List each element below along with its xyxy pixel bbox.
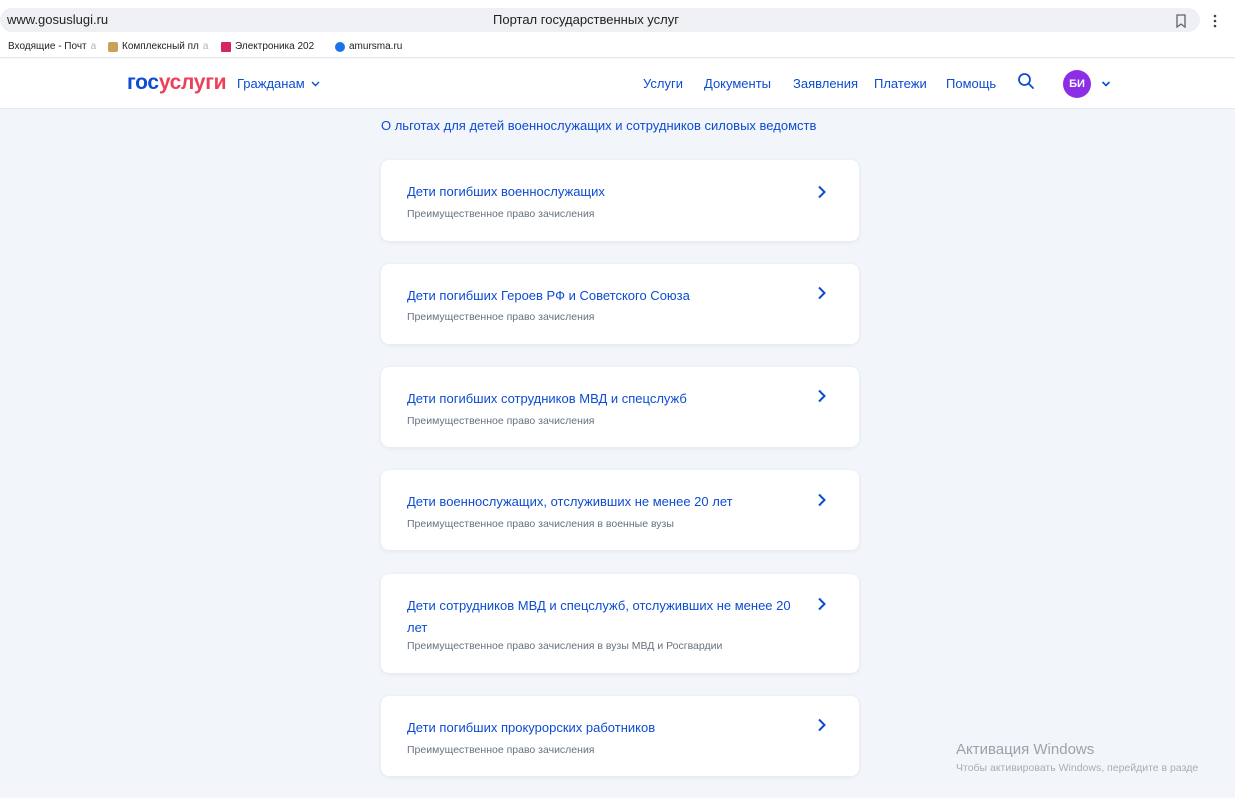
windows-activation-title: Активация Windows: [956, 741, 1095, 758]
citizens-label: Гражданам: [237, 76, 305, 91]
windows-activation-hint: Чтобы активировать Windows, перейдите в …: [956, 762, 1199, 774]
card-title: Дети погибших прокурорских работников: [407, 720, 656, 735]
bookmark-inbox[interactable]: Входящие - Почт а: [8, 41, 96, 52]
card-subtitle: Преимущественное право зачисления в воен…: [407, 518, 674, 530]
browser-bar: www.gosuslugi.ru Портал государственных …: [0, 0, 1235, 58]
bookmark-plan[interactable]: Комплексный пл а: [108, 41, 208, 52]
chevron-right-icon: [818, 493, 826, 507]
bookmark-icon[interactable]: [1175, 14, 1187, 28]
benefit-card[interactable]: Дети погибших прокурорских работников Пр…: [381, 696, 859, 776]
card-title: Дети погибших военнослужащих: [407, 184, 605, 199]
nav-payments[interactable]: Платежи: [874, 76, 927, 91]
benefit-card[interactable]: Дети погибших Героев РФ и Советского Сою…: [381, 264, 859, 344]
page-tab-title: Портал государственных услуг: [493, 12, 679, 27]
card-title: Дети военнослужащих, отслуживших не мене…: [407, 494, 733, 509]
logo-part-gos: гос: [127, 71, 159, 94]
chevron-right-icon: [818, 185, 826, 199]
gosuslugi-logo[interactable]: госуслуги: [127, 71, 227, 95]
bookmark-label-fade: а: [90, 41, 97, 52]
bookmark-label-fade: а: [202, 41, 209, 52]
logo-part-uslugi: услуги: [158, 71, 227, 94]
brand-icon: [221, 41, 231, 52]
bookmark-label: amursma.ru: [349, 41, 403, 52]
address-url[interactable]: www.gosuslugi.ru: [7, 12, 108, 27]
address-row: www.gosuslugi.ru Портал государственных …: [0, 6, 1235, 34]
search-icon[interactable]: [1017, 72, 1035, 90]
chevron-down-icon: [311, 81, 320, 86]
chevron-right-icon: [818, 597, 826, 611]
card-title: Дети сотрудников МВД и спецслужб, отслуж…: [407, 598, 791, 635]
benefit-card[interactable]: Дети сотрудников МВД и спецслужб, отслуж…: [381, 574, 859, 673]
nav-help[interactable]: Помощь: [946, 76, 996, 91]
bookmark-label: Комплексный пл: [122, 41, 199, 52]
card-subtitle: Преимущественное право зачисления в вузы…: [407, 640, 723, 652]
avatar[interactable]: БИ: [1063, 70, 1091, 98]
bookmark-label: Электроника 202: [235, 41, 315, 52]
globe-icon: [335, 41, 345, 52]
card-subtitle: Преимущественное право зачисления: [407, 744, 595, 756]
site-header: госуслуги Гражданам Услуги Документы Зая…: [0, 59, 1235, 109]
benefit-card[interactable]: Дети погибших сотрудников МВД и спецслуж…: [381, 367, 859, 447]
more-menu-icon[interactable]: [1212, 14, 1218, 28]
chevron-right-icon: [818, 718, 826, 732]
citizens-dropdown[interactable]: Гражданам: [237, 76, 320, 91]
shield-icon: [108, 41, 118, 52]
nav-services[interactable]: Услуги: [643, 76, 683, 91]
avatar-initials: БИ: [1069, 78, 1085, 90]
chevron-down-icon[interactable]: [1101, 80, 1111, 88]
bookmark-label: Входящие - Почт: [8, 41, 87, 52]
nav-documents[interactable]: Документы: [704, 76, 771, 91]
chevron-right-icon: [818, 389, 826, 403]
card-subtitle: Преимущественное право зачисления: [407, 311, 595, 323]
card-subtitle: Преимущественное право зачисления: [407, 208, 595, 220]
benefit-card[interactable]: Дети военнослужащих, отслуживших не мене…: [381, 470, 859, 550]
chevron-right-icon: [818, 286, 826, 300]
nav-applications[interactable]: Заявления: [793, 76, 858, 91]
card-subtitle: Преимущественное право зачисления: [407, 415, 595, 427]
section-title-link[interactable]: О льготах для детей военнослужащих и сот…: [381, 118, 816, 133]
card-title: Дети погибших сотрудников МВД и спецслуж…: [407, 391, 687, 406]
card-title: Дети погибших Героев РФ и Советского Сою…: [407, 288, 690, 303]
bookmark-electronics[interactable]: Электроника 202: [221, 41, 314, 52]
bookmark-amursma[interactable]: amursma.ru: [335, 41, 402, 52]
bookmarks-bar: Входящие - Почт а Комплексный пл а Электро…: [0, 38, 1235, 56]
benefit-card[interactable]: Дети погибших военнослужащих Преимуществ…: [381, 160, 859, 241]
